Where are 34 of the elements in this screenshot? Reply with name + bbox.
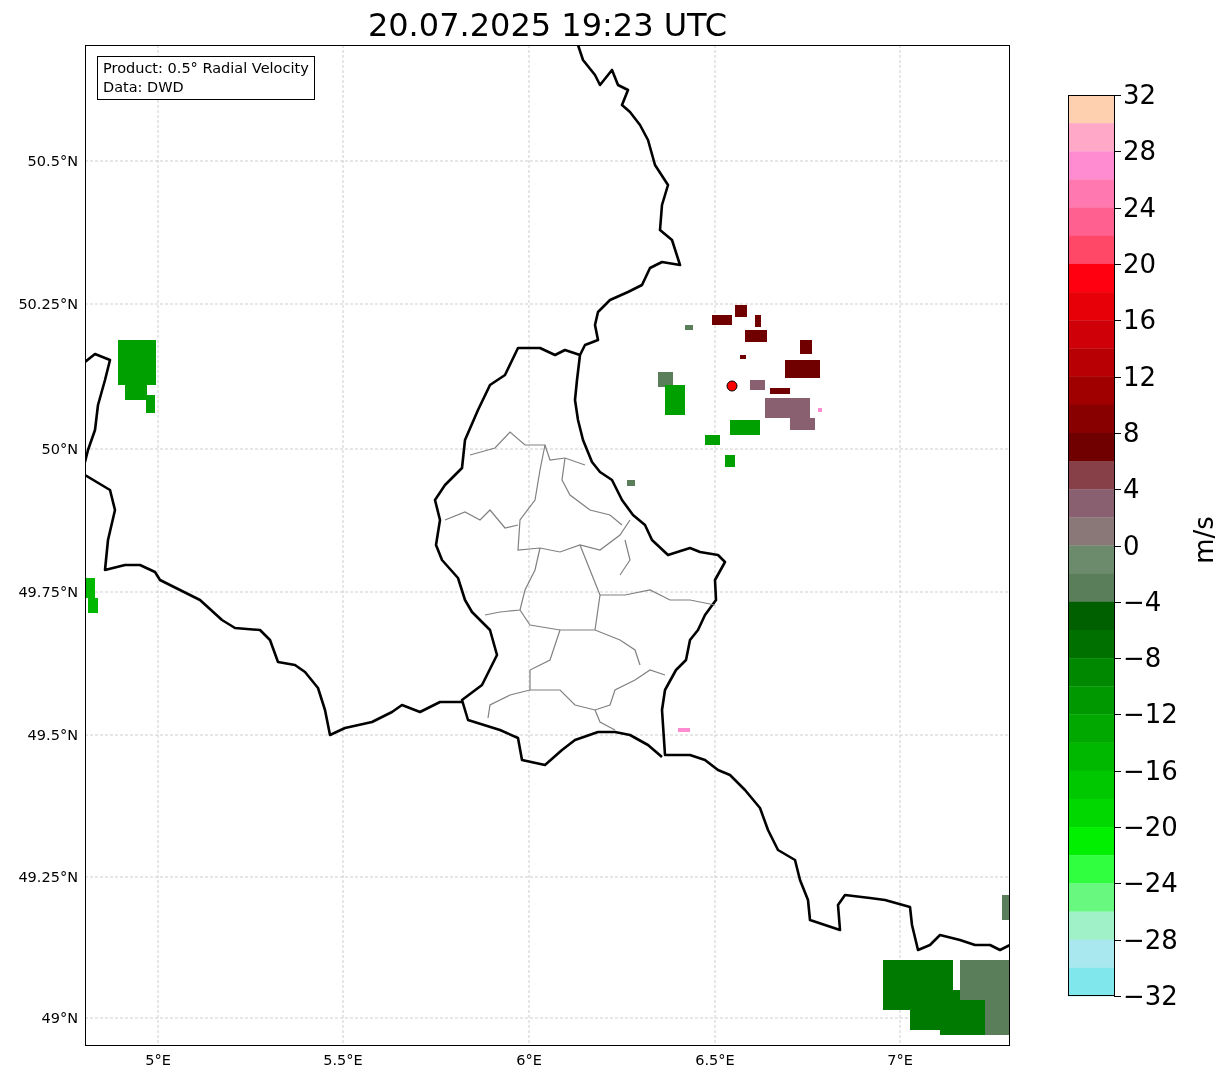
longitude-label: 6.5°E [695,1051,735,1069]
colorbar-tick-label: 8 [1123,417,1140,448]
colorbar-tick-label: 20 [1123,248,1157,279]
latitude-label: 49°N [41,1009,78,1027]
colorbar-tick-label: −20 [1123,812,1178,843]
colorbar-tick-label: −4 [1123,586,1162,617]
latitude-label: 49.25°N [18,868,78,886]
latitude-label: 49.5°N [27,726,78,744]
colorbar-tick-label: −16 [1123,755,1178,786]
colorbar-tick-label: −32 [1123,981,1178,1011]
latitude-label: 50.5°N [27,152,78,170]
longitude-label: 7°E [887,1051,913,1069]
legend-text: Product: 0.5° Radial Velocity [103,59,309,78]
latitude-label: 50°N [41,440,78,458]
colorbar-tick-label: −12 [1123,699,1178,730]
colorbar-tick-label: −28 [1123,924,1178,955]
colorbar-tick-label: 16 [1123,305,1157,336]
colorbar-tick-label: 28 [1123,136,1157,167]
colorbar-tick-label: −24 [1123,868,1178,899]
colorbar-tick-label: 12 [1123,361,1157,392]
radar-site-marker [726,380,738,392]
legend-text: Data: DWD [103,78,185,97]
colorbar-tick-label: −8 [1123,643,1162,674]
chart-title: 20.07.2025 19:23 UTC [367,5,728,45]
longitude-label: 5°E [145,1051,171,1069]
colorbar-tick-label: 32 [1123,80,1157,110]
longitude-label: 6°E [516,1051,542,1069]
colorbar-tick-label: 0 [1123,530,1140,561]
longitude-label: 5.5°E [323,1051,363,1069]
colorbar-tick-label: 4 [1123,474,1140,505]
latitude-label: 49.75°N [18,583,78,601]
latitude-label: 50.25°N [18,295,78,313]
colorbar-tick-label: 24 [1123,192,1157,223]
colorbar-unit-label: m/s [1188,516,1219,564]
